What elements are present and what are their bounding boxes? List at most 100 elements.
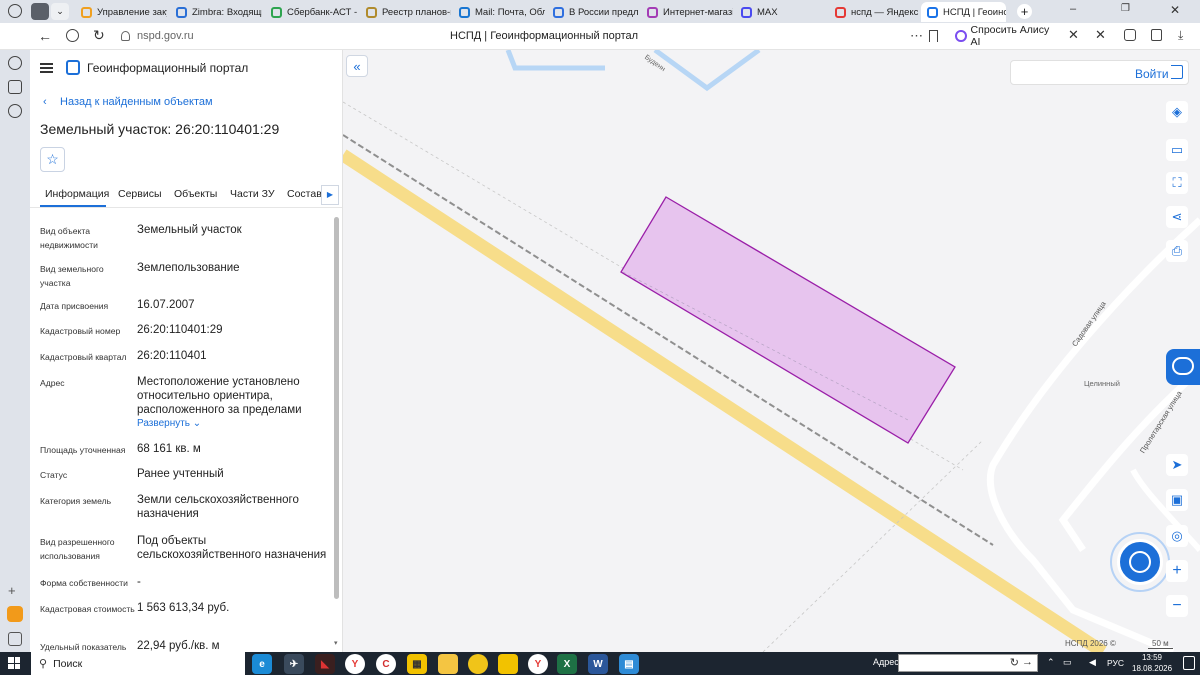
taskbar-search-box[interactable]: ⚲ Поиск <box>31 652 245 675</box>
app-red-icon[interactable]: ◣ <box>315 654 335 674</box>
extensions-icon[interactable] <box>1124 29 1136 41</box>
tab-services[interactable]: Сервисы <box>118 188 162 200</box>
more-icon[interactable]: ⋯ <box>910 28 923 44</box>
ask-alice-button[interactable]: Спросить Алису AI <box>951 24 1057 48</box>
tab-label: Интернет-магазі <box>663 6 733 18</box>
app-yellow-icon[interactable] <box>468 654 488 674</box>
edge-icon[interactable]: e <box>252 654 272 674</box>
layers-icon[interactable]: ◈ <box>1166 101 1188 123</box>
download-icon[interactable]: ⤓ <box>1178 28 1183 43</box>
tab-list-chevron-icon[interactable]: ⌄ <box>51 3 69 20</box>
bookmark-icon[interactable] <box>929 30 938 42</box>
map-view[interactable]: Садовая улица Пролетарская улица Буденн … <box>343 50 1200 652</box>
maximize-button[interactable]: ❐ <box>1121 3 1130 14</box>
extension-x2-icon[interactable]: ✕ <box>1095 27 1106 43</box>
history-icon[interactable] <box>8 4 22 18</box>
word-icon[interactable]: W <box>588 654 608 674</box>
back-to-results-link[interactable]: Назад к найденным объектам <box>60 96 213 108</box>
share-icon[interactable] <box>1151 29 1162 41</box>
browser-tab[interactable]: нспд — Яндекс: н <box>829 2 919 22</box>
protect-icon[interactable] <box>66 29 79 42</box>
tab-information[interactable]: Информация <box>45 188 109 200</box>
assistant-button[interactable] <box>1117 539 1163 585</box>
tab-label: нспд — Яндекс: н <box>851 6 919 18</box>
tab-parts[interactable]: Части ЗУ <box>230 188 275 200</box>
browser-side-rail: + <box>0 0 30 652</box>
browser-tab[interactable]: Интернет-магазі <box>641 2 733 22</box>
file-explorer-icon[interactable] <box>438 654 458 674</box>
browser-tab[interactable]: Zimbra: Входящи <box>170 2 262 22</box>
back-arrow-icon[interactable]: ← <box>38 28 52 44</box>
language-indicator[interactable]: РУС <box>1107 658 1124 668</box>
search-point-icon[interactable]: ◎ <box>1166 525 1188 547</box>
select-area-icon[interactable]: ⛶ <box>1166 172 1188 194</box>
expand-address-link[interactable]: Развернуть ⌄ <box>137 418 201 429</box>
browser-tab[interactable]: Mail: Почта, Обла <box>453 2 545 22</box>
calendar-icon[interactable] <box>8 80 22 94</box>
browser-tab[interactable]: Реестр планов-гр <box>360 2 451 22</box>
new-tab-button[interactable]: + <box>1017 4 1032 19</box>
wallet-icon[interactable] <box>7 606 23 622</box>
info-row-label: Вид земельного участка <box>40 264 104 288</box>
excel-icon[interactable]: X <box>557 654 577 674</box>
minimize-button[interactable]: – <box>1070 3 1076 15</box>
info-row-label: Удельный показатель <box>40 642 127 652</box>
browser-menu-icon[interactable] <box>31 3 49 20</box>
zoom-in-button[interactable]: + <box>1166 560 1188 582</box>
chevron-left-icon[interactable]: ‹ <box>43 96 47 108</box>
refresh-icon[interactable]: ↻ <box>1010 656 1019 669</box>
sidebar-settings-icon[interactable] <box>8 632 22 646</box>
tabs-scroll-right-icon[interactable]: ▶ <box>321 185 339 205</box>
add-panel-icon[interactable]: + <box>8 583 16 598</box>
chat-icon <box>1172 357 1194 375</box>
address-toolbar-input[interactable]: ↻ → <box>898 654 1038 672</box>
reload-icon[interactable]: ↻ <box>93 27 105 44</box>
browser-tab[interactable]: Управление заку <box>75 2 167 22</box>
browser-tab[interactable]: В России предло <box>547 2 639 22</box>
browser-tab[interactable]: Сбербанк-АСТ - <box>265 2 357 22</box>
url-text[interactable]: nspd.gov.ru <box>137 30 194 42</box>
extension-x-icon[interactable]: ✕ <box>1068 27 1079 43</box>
tab-objects[interactable]: Объекты <box>174 188 217 200</box>
volume-icon[interactable]: ◀ <box>1089 657 1096 668</box>
collapse-panel-icon[interactable]: « <box>346 55 368 77</box>
clock[interactable]: 13:59 18.08.2026 <box>1132 652 1172 674</box>
tray-chevron-icon[interactable]: ⌃ <box>1047 657 1055 668</box>
play-icon[interactable] <box>8 56 22 70</box>
share-map-icon[interactable]: ⋖ <box>1166 206 1188 228</box>
tab-composition[interactable]: Состав <box>287 188 322 200</box>
apps-icon[interactable] <box>8 104 22 118</box>
yandex-browser-icon[interactable]: Y <box>528 654 548 674</box>
yandex-icon[interactable]: Y <box>345 654 365 674</box>
calculator-icon[interactable]: ▦ <box>407 654 427 674</box>
go-arrow-icon[interactable]: → <box>1022 656 1033 668</box>
ruler-icon[interactable]: ▭ <box>1166 139 1188 161</box>
object-info-panel: Геоинформационный портал ‹ Назад к найде… <box>30 50 343 652</box>
panel-scrollbar[interactable] <box>334 217 339 599</box>
feedback-chat-button[interactable] <box>1166 349 1200 385</box>
info-row-value: Земли сельскохозяйственного назначения <box>137 494 299 520</box>
app-c-icon[interactable]: C <box>376 654 396 674</box>
zoom-out-button[interactable]: − <box>1166 595 1188 617</box>
minimap-icon[interactable]: ▣ <box>1166 489 1188 511</box>
favorite-star-icon[interactable]: ☆ <box>40 147 65 172</box>
windows-taskbar: ⚲ Поиск e ✈ ◣ Y C ▦ Y X W ▤ Адрес ↻ → ⌃ … <box>0 652 1200 675</box>
close-window-button[interactable]: ✕ <box>1170 3 1180 17</box>
network-icon[interactable]: ▭ <box>1063 657 1072 668</box>
geolocation-icon[interactable]: ➤ <box>1166 454 1188 476</box>
login-icon[interactable] <box>1171 65 1183 79</box>
browser-tab[interactable]: MAX <box>735 2 827 22</box>
browser-tab[interactable]: НСПД | Геоинс✕ <box>921 2 1006 22</box>
document-app-icon[interactable]: ▤ <box>619 654 639 674</box>
print-icon[interactable]: ⎙ <box>1166 240 1188 262</box>
windows-start-icon[interactable] <box>8 657 20 669</box>
map-canvas[interactable] <box>343 50 1200 652</box>
login-button[interactable]: Войти <box>1135 67 1169 81</box>
notifications-icon[interactable] <box>1183 656 1195 670</box>
folder-icon[interactable] <box>498 654 518 674</box>
scroll-down-icon[interactable]: ▾ <box>334 639 338 647</box>
app-bird-icon[interactable]: ✈ <box>284 654 304 674</box>
info-row-label: Вид объекта недвижимости <box>40 226 98 250</box>
blue-boundary-line <box>505 50 605 71</box>
hamburger-menu-icon[interactable] <box>40 63 53 73</box>
